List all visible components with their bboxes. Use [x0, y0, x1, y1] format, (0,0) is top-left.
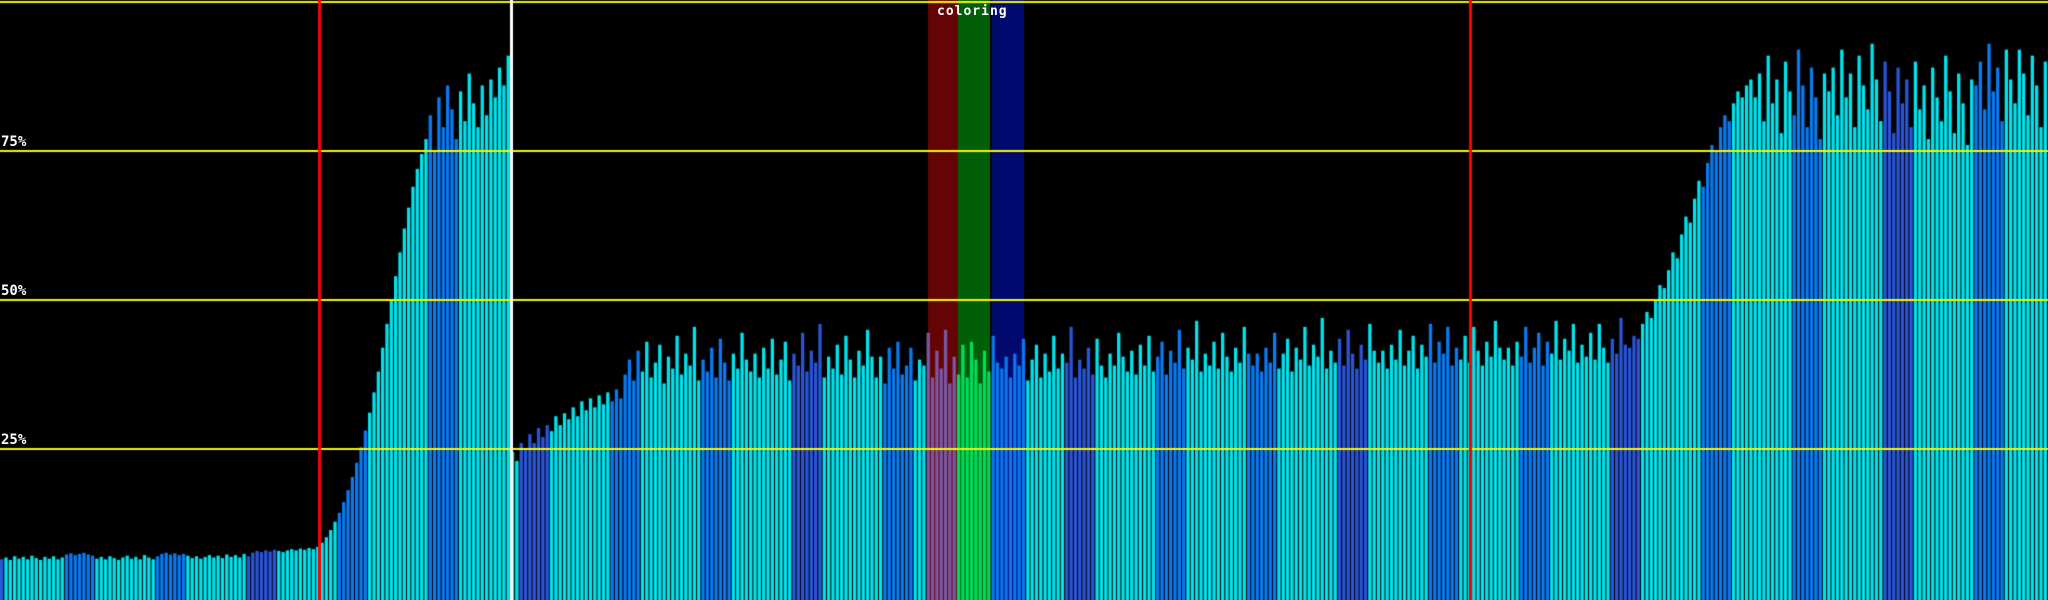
y-axis-label-75: 75% — [1, 134, 27, 150]
coloring-legend-label: coloring — [937, 4, 1008, 19]
y-axis-label-50: 50% — [1, 283, 27, 299]
usage-history-chart: coloring 75% 50% 25% — [0, 0, 2048, 600]
bar-histogram-canvas — [0, 0, 2048, 600]
y-axis-label-25: 25% — [1, 432, 27, 448]
